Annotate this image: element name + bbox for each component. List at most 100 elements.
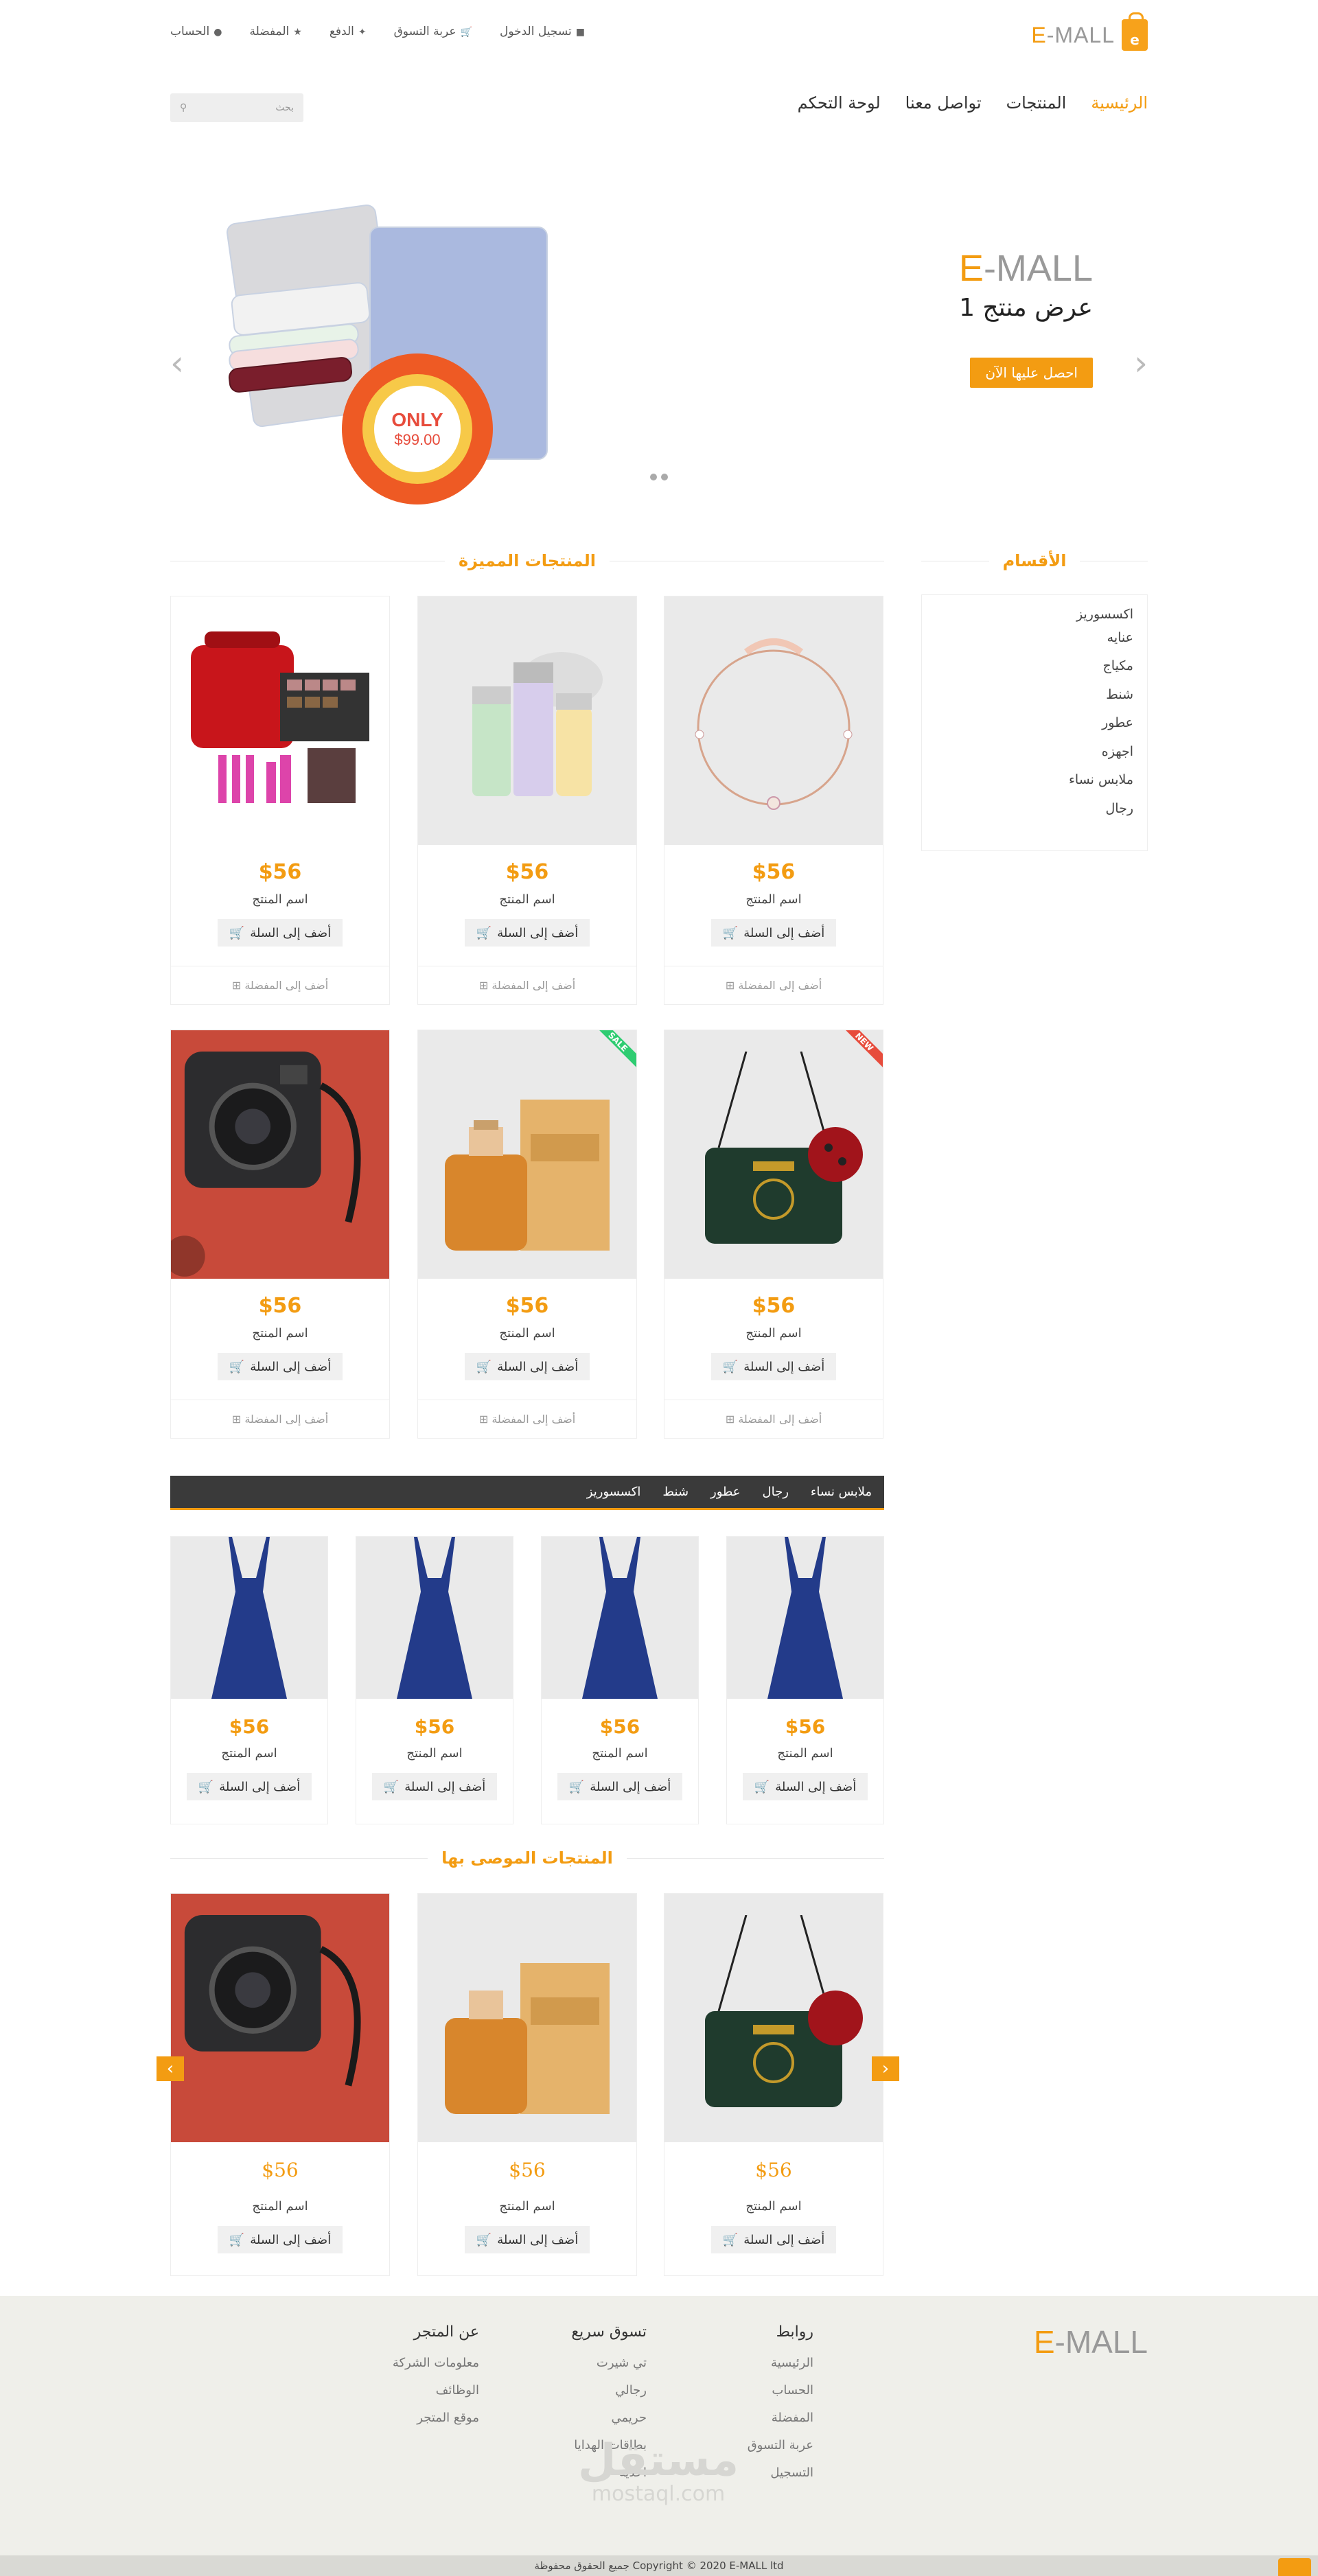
carousel-prev-arrow[interactable]: ‹ xyxy=(157,2056,184,2081)
add-to-favorites-link[interactable]: ⊞ أضف إلى المفضلة xyxy=(418,1400,636,1438)
add-to-cart-button[interactable]: 🛒 أضف إلى السلة xyxy=(218,919,343,947)
cart-icon: 🛒 xyxy=(722,2232,739,2247)
camera-image[interactable] xyxy=(171,1030,389,1279)
add-to-favorites-link[interactable]: ⊞ أضف إلى المفضلة xyxy=(171,966,389,1004)
dress-image[interactable] xyxy=(542,1537,698,1699)
product-name[interactable]: اسم المنتج xyxy=(542,1746,698,1761)
product-name[interactable]: اسم المنتج xyxy=(664,892,883,907)
slider-prev-arrow[interactable]: ‹ xyxy=(170,343,184,383)
product-price: $56 xyxy=(258,860,302,884)
footer-link[interactable]: حريمي xyxy=(571,2411,647,2425)
add-to-favorites-link[interactable]: ⊞ أضف إلى المفضلة xyxy=(418,966,636,1004)
tab-perfumes[interactable]: عطور xyxy=(710,1485,741,1499)
tab-women[interactable]: ملابس نساء xyxy=(811,1485,872,1499)
product-name[interactable]: اسم المنتج xyxy=(171,892,389,907)
product-name[interactable]: اسم المنتج xyxy=(727,1746,883,1761)
handbag-image[interactable]: NEW xyxy=(664,1030,883,1279)
site-logo[interactable]: E-MALL e xyxy=(1031,12,1148,51)
footer-link[interactable]: رجالي xyxy=(571,2383,647,2398)
search-input[interactable]: بحث xyxy=(275,102,294,113)
category-item[interactable]: اكسسوريز xyxy=(922,595,1147,624)
add-to-favorites-link[interactable]: ⊞ أضف إلى المفضلة xyxy=(664,966,883,1004)
badge-price: $99.00 xyxy=(394,431,441,448)
product-name[interactable]: اسم المنتج xyxy=(418,892,636,907)
category-item[interactable]: رجال xyxy=(922,795,1147,824)
menu-contact[interactable]: تواصل معنا xyxy=(905,93,982,113)
scroll-top-button[interactable] xyxy=(1278,2558,1311,2576)
search-icon[interactable]: ⚲ xyxy=(180,102,187,113)
add-to-favorites-link[interactable]: ⊞ أضف إلى المفضلة xyxy=(664,1400,883,1438)
badge-only: ONLY xyxy=(391,409,443,430)
login-link[interactable]: ■تسجيل الدخول xyxy=(500,25,585,38)
camera-image[interactable] xyxy=(171,1894,389,2142)
footer-link[interactable]: الحساب xyxy=(748,2383,813,2398)
product-name[interactable]: اسم المنتج xyxy=(171,2199,389,2214)
cart-link[interactable]: 🛒عربة التسوق xyxy=(394,25,472,38)
product-name[interactable]: اسم المنتج xyxy=(664,2199,883,2214)
product-name[interactable]: اسم المنتج xyxy=(171,1326,389,1341)
product-name[interactable]: اسم المنتج xyxy=(356,1746,513,1761)
skincare-image[interactable] xyxy=(418,596,636,845)
footer-link[interactable]: تي شيرت xyxy=(571,2356,647,2370)
product-name[interactable]: اسم المنتج xyxy=(418,2199,636,2214)
add-to-cart-button[interactable]: 🛒 أضف إلى السلة xyxy=(187,1773,312,1800)
bracelet-image[interactable] xyxy=(664,596,883,845)
tab-men[interactable]: رجال xyxy=(763,1485,789,1499)
slider-dot[interactable] xyxy=(661,474,668,480)
footer-link[interactable]: المفضلة xyxy=(748,2411,813,2425)
footer-link[interactable]: موقع المتجر xyxy=(393,2411,479,2425)
search-box[interactable]: ⚲ بحث xyxy=(170,93,303,122)
dress-image[interactable] xyxy=(727,1537,883,1699)
add-to-cart-button[interactable]: 🛒 أضف إلى السلة xyxy=(557,1773,682,1800)
makeup-case-image[interactable] xyxy=(171,596,389,845)
category-item[interactable]: عطور xyxy=(922,709,1147,738)
footer-link[interactable]: الوظائف xyxy=(393,2383,479,2398)
category-item[interactable]: مكياج xyxy=(922,652,1147,681)
add-to-cart-button[interactable]: 🛒 أضف إلى السلة xyxy=(711,1353,836,1380)
add-to-cart-button[interactable]: 🛒 أضف إلى السلة xyxy=(743,1773,868,1800)
footer-logo[interactable]: E-MALL xyxy=(1034,2323,1148,2360)
dress-image[interactable] xyxy=(356,1537,513,1699)
add-to-cart-button[interactable]: 🛒 أضف إلى السلة xyxy=(711,919,836,947)
product-name[interactable]: اسم المنتج xyxy=(418,1326,636,1341)
favorites-link[interactable]: ★المفضلة xyxy=(249,25,301,38)
slider-dot[interactable] xyxy=(650,474,657,480)
category-item[interactable]: شنط xyxy=(922,681,1147,710)
menu-home[interactable]: الرئيسية xyxy=(1091,93,1148,113)
perfume-image[interactable] xyxy=(418,1894,636,2142)
product-price: $56 xyxy=(229,1715,270,1738)
menu-products[interactable]: المنتجات xyxy=(1006,93,1067,113)
dress-image[interactable] xyxy=(171,1537,327,1699)
carousel-next-arrow[interactable]: › xyxy=(872,2056,899,2081)
product-card: $56 اسم المنتج 🛒 أضف إلى السلة ⊞ أضف إلى … xyxy=(417,596,637,1005)
footer-link[interactable]: معلومات الشركة xyxy=(393,2356,479,2370)
add-to-cart-button[interactable]: 🛒 أضف إلى السلة xyxy=(218,2226,343,2253)
handbag-image[interactable] xyxy=(664,1894,883,2142)
footer-link[interactable]: التسجيل xyxy=(748,2465,813,2480)
product-name[interactable]: اسم المنتج xyxy=(171,1746,327,1761)
category-item[interactable]: عنايه xyxy=(922,624,1147,653)
footer-link[interactable]: الرئيسية xyxy=(748,2356,813,2370)
tab-bags[interactable]: شنط xyxy=(662,1485,689,1499)
perfume-image[interactable]: SALE xyxy=(418,1030,636,1279)
product-name[interactable]: اسم المنتج xyxy=(664,1326,883,1341)
checkout-link[interactable]: ✦الدفع xyxy=(330,25,367,38)
category-item[interactable]: ملابس نساء xyxy=(922,766,1147,795)
plus-square-icon: ⊞ xyxy=(478,1413,492,1426)
slider-next-arrow[interactable]: › xyxy=(1134,343,1148,383)
product-card: $56 اسم المنتج 🛒 أضف إلى السلة xyxy=(170,1536,328,1824)
category-item[interactable]: اجهزه xyxy=(922,738,1147,767)
add-to-cart-button[interactable]: 🛒 أضف إلى السلة xyxy=(465,2226,590,2253)
add-to-cart-button[interactable]: 🛒 أضف إلى السلة xyxy=(465,1353,590,1380)
account-link[interactable]: ●الحساب xyxy=(170,25,222,38)
add-to-favorites-link[interactable]: ⊞ أضف إلى المفضلة xyxy=(171,1400,389,1438)
add-to-cart-button[interactable]: 🛒 أضف إلى السلة xyxy=(465,919,590,947)
menu-dashboard[interactable]: لوحة التحكم xyxy=(798,93,881,113)
add-to-cart-button[interactable]: 🛒 أضف إلى السلة xyxy=(372,1773,497,1800)
add-to-cart-button[interactable]: 🛒 أضف إلى السلة xyxy=(218,1353,343,1380)
slide-cta-button[interactable]: احصل عليها الآن xyxy=(970,358,1093,388)
add-to-cart-button[interactable]: 🛒 أضف إلى السلة xyxy=(711,2226,836,2253)
tab-accessories[interactable]: اكسسوريز xyxy=(587,1485,641,1499)
footer-link[interactable]: عربة التسوق xyxy=(748,2438,813,2452)
logo-text: E-MALL xyxy=(1031,22,1115,47)
